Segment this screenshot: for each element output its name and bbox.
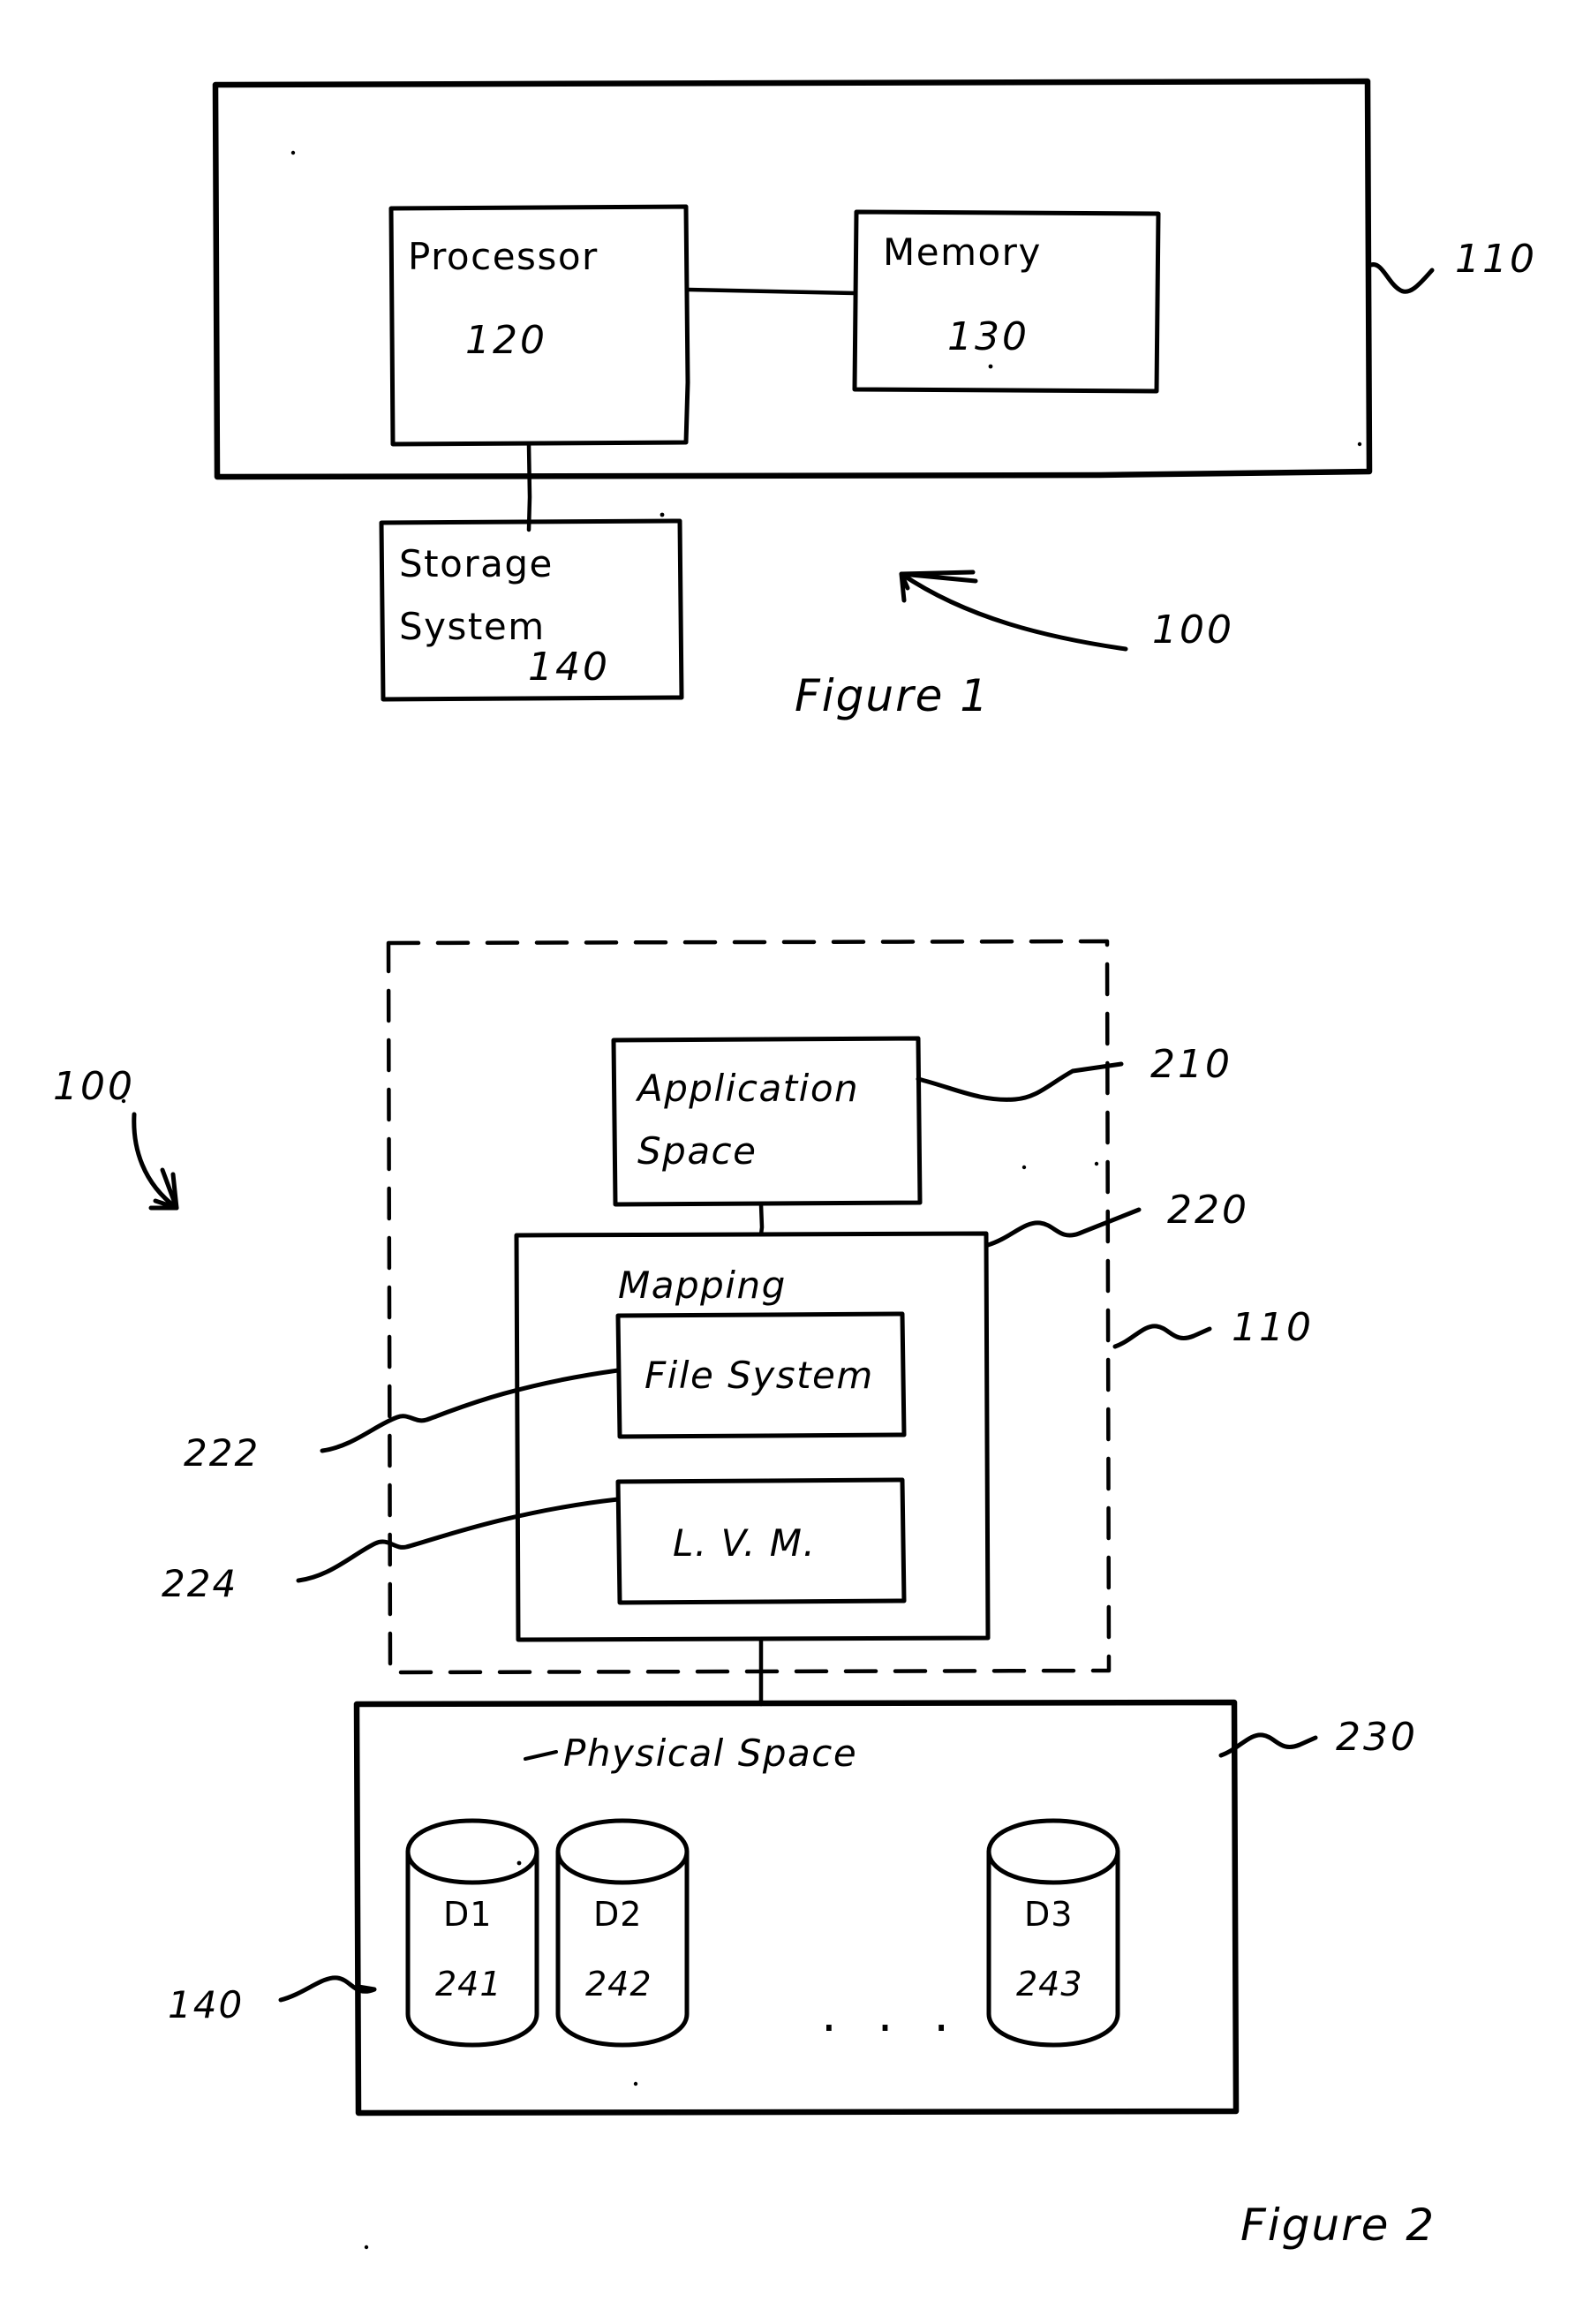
patent-figure-sheet: Processor 120 Memory 130 Storage System …: [0, 0, 1583, 2324]
processor-label: Processor: [408, 235, 599, 278]
figure-1-caption: Figure 1: [795, 670, 990, 721]
figure-canvas: Processor 120 Memory 130 Storage System …: [53, 78, 1537, 2251]
callout-210: 210: [1150, 1042, 1232, 1087]
figure-1-group: Processor 120 Memory 130 Storage System …: [212, 78, 1537, 721]
processor-memory-connector: [685, 287, 857, 296]
callout-224-leader: [296, 1497, 621, 1583]
callout-222: 222: [184, 1431, 260, 1475]
application-space-label-line2: Space: [637, 1129, 758, 1173]
callout-110-leader-fig2: [1112, 1324, 1212, 1349]
ink-speck: [660, 512, 665, 517]
figure-2-group: . . . Application Space Mapping File Sys…: [53, 939, 1436, 2251]
storage-number: 140: [528, 645, 610, 690]
callout-110-fig2: 110: [1232, 1305, 1314, 1350]
physical-space-title-dash: [524, 1750, 558, 1761]
ink-speck: [290, 150, 296, 155]
ink-speck: [364, 2245, 369, 2250]
disk-1-label: D1: [443, 1895, 492, 1934]
disks-ellipsis: . . .: [821, 1986, 961, 2043]
callout-100-fig1: 100: [1152, 607, 1234, 653]
callout-224: 224: [162, 1562, 237, 1605]
application-space-label-line1: Application: [635, 1067, 859, 1110]
file-system-label: File System: [645, 1354, 874, 1397]
processor-storage-connector: [526, 441, 532, 532]
callout-110-leader-fig1: [1368, 262, 1435, 294]
physical-space-label: Physical Space: [563, 1732, 857, 1775]
processor-number: 120: [465, 318, 547, 363]
callout-222-leader: [320, 1368, 621, 1453]
callout-220-leader: [985, 1207, 1142, 1248]
disk-2-label: D2: [593, 1895, 642, 1934]
ink-speck: [633, 2081, 638, 2086]
lvm-label: L. V. M.: [673, 1521, 816, 1565]
callout-230: 230: [1336, 1715, 1418, 1760]
figure-2-caption: Figure 2: [1240, 2200, 1436, 2251]
memory-number: 130: [947, 314, 1029, 359]
callout-220: 220: [1167, 1188, 1249, 1233]
storage-label-line1: Storage: [399, 542, 554, 585]
ink-speck: [1021, 1165, 1027, 1170]
callout-100-arrow-fig1: [899, 571, 1128, 652]
mapping-label: Mapping: [618, 1264, 787, 1307]
disk-2-number: 242: [585, 1965, 652, 2003]
storage-label-line2: System: [399, 605, 546, 648]
ink-speck: [1094, 1161, 1099, 1166]
callout-100-fig2: 100: [53, 1064, 135, 1109]
disk-3-label: D3: [1024, 1895, 1073, 1934]
callout-210-leader: [916, 1061, 1124, 1102]
disk-3-number: 243: [1016, 1965, 1083, 2003]
ink-speck: [516, 1860, 522, 1866]
callout-140-fig2: 140: [168, 1983, 244, 2026]
application-space-box: [611, 1036, 923, 1207]
ink-speck: [988, 364, 993, 369]
callout-110-fig1: 110: [1455, 237, 1537, 282]
computer-system-outer-box: [212, 78, 1373, 480]
disk-1-number: 241: [435, 1965, 502, 2003]
memory-label: Memory: [883, 230, 1042, 274]
application-mapping-connector: [758, 1202, 765, 1237]
ink-speck: [1357, 441, 1362, 447]
